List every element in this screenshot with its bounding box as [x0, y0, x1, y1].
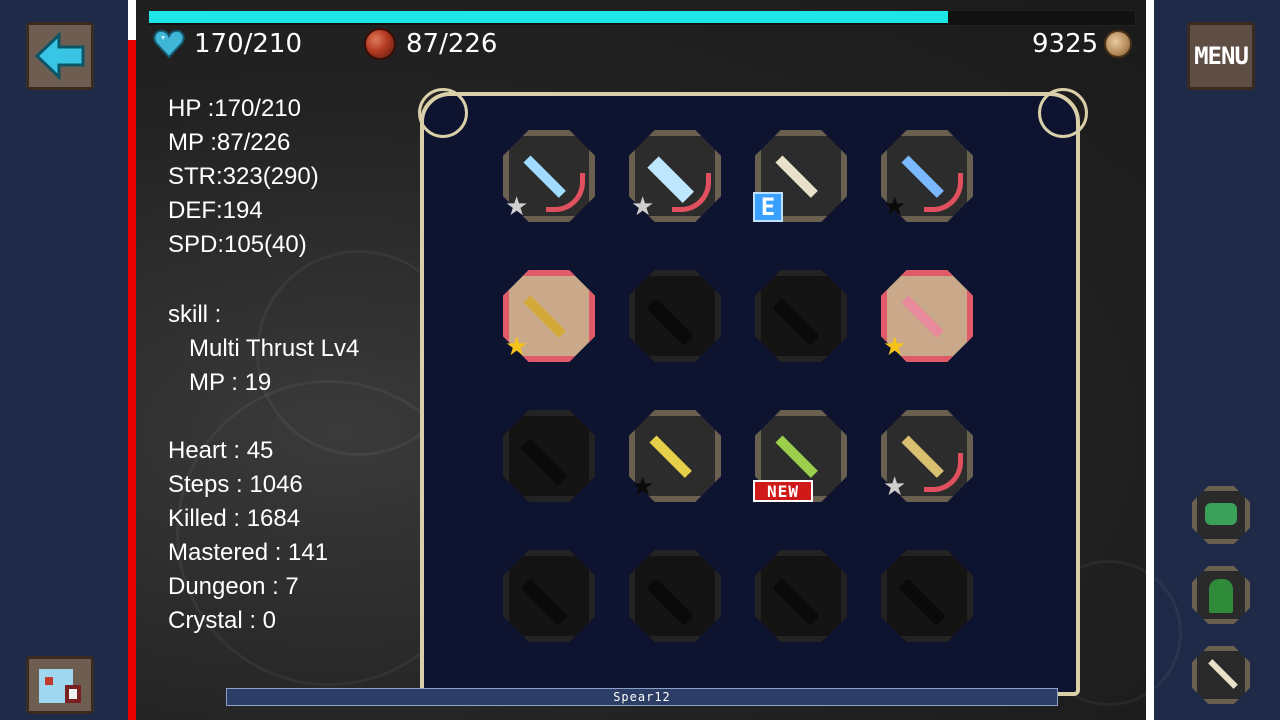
gold-star-icon: ★ — [883, 332, 907, 362]
hp-value: 170/210 — [194, 29, 303, 59]
mana-orb-icon — [364, 28, 396, 60]
skill-header: skill : — [168, 301, 222, 328]
heart-gem-icon — [153, 29, 185, 59]
record-mastered: Mastered : 141 — [168, 539, 329, 566]
stat-str: STR:323(290) — [168, 163, 319, 190]
stat-hp: HP :170/210 — [168, 95, 301, 122]
record-heart: Heart : 45 — [168, 437, 274, 464]
menu-icon: MENU — [1194, 42, 1249, 70]
gold-value: 9325 — [1032, 29, 1099, 59]
gold-counter: 9325 — [1032, 26, 1133, 62]
stats-panel: HP :170/210 MP :87/226 STR:323(290) DEF:… — [168, 92, 319, 262]
golden-spear-icon — [649, 435, 692, 478]
trident-icon — [523, 295, 566, 338]
skill-mp: MP : 19 — [189, 369, 272, 396]
character-button[interactable] — [26, 656, 94, 714]
coin-icon — [1104, 30, 1133, 58]
silver-star-icon: ★ — [505, 192, 529, 222]
black-star-icon: ★ — [631, 472, 655, 502]
locked-slot — [755, 550, 847, 642]
record-killed: Killed : 1684 — [168, 505, 301, 532]
locked-slot — [503, 410, 595, 502]
character-portrait-icon — [39, 669, 81, 703]
green-spear-icon — [775, 435, 818, 478]
record-steps: Steps : 1046 — [168, 471, 303, 498]
equipped-badge: E — [753, 192, 783, 222]
stat-def: DEF:194 — [168, 197, 263, 224]
frame-ornament — [418, 88, 468, 138]
locked-weapon-icon — [772, 298, 821, 347]
locked-weapon-icon — [646, 298, 695, 347]
locked-weapon-icon — [520, 578, 569, 627]
silver-star-icon: ★ — [631, 192, 655, 222]
left-panel — [0, 0, 128, 720]
locked-slot — [881, 550, 973, 642]
stat-spd: SPD:105(40) — [168, 231, 307, 258]
skill-name: Multi Thrust Lv4 — [189, 335, 360, 362]
silver-star-icon: ★ — [883, 472, 907, 502]
black-star-icon: ★ — [883, 192, 907, 222]
back-arrow-icon — [34, 31, 85, 81]
record-dungeon: Dungeon : 7 — [168, 573, 299, 600]
locked-slot — [629, 550, 721, 642]
wand-icon — [901, 295, 944, 338]
record-crystal: Crystal : 0 — [168, 607, 277, 634]
selected-weapon-name: Spear12 — [226, 688, 1058, 706]
locked-weapon-icon — [772, 578, 821, 627]
equipped-armor-slot[interactable] — [1192, 486, 1250, 544]
locked-slot — [629, 270, 721, 362]
record-panel: Heart : 45 Steps : 1046 Killed : 1684 Ma… — [168, 434, 328, 638]
cloak-icon — [1209, 579, 1233, 613]
dragon-helm-icon — [1205, 503, 1237, 525]
equipped-weapon-slot[interactable] — [1192, 646, 1250, 704]
skill-panel: skill : Multi Thrust Lv4 MP : 19 — [168, 298, 359, 400]
equipped-cloak-slot[interactable] — [1192, 566, 1250, 624]
hp-progress-bar — [148, 10, 1136, 26]
locked-slot — [755, 270, 847, 362]
locked-weapon-icon — [520, 438, 569, 487]
locked-weapon-icon — [646, 578, 695, 627]
menu-button[interactable]: MENU — [1187, 22, 1255, 90]
new-badge: NEW — [753, 480, 813, 502]
gold-star-icon: ★ — [505, 332, 529, 362]
hp-counter: 170/210 — [152, 26, 302, 62]
stat-mp: MP :87/226 — [168, 129, 291, 156]
locked-weapon-icon — [898, 578, 947, 627]
locked-slot — [503, 550, 595, 642]
red-edge — [128, 40, 136, 720]
mp-value: 87/226 — [406, 29, 498, 59]
frame-ornament — [1038, 88, 1088, 138]
hp-progress-fill — [149, 11, 948, 23]
mp-counter: 87/226 — [364, 26, 497, 62]
spear-icon — [1208, 659, 1238, 689]
back-button[interactable] — [26, 22, 94, 90]
